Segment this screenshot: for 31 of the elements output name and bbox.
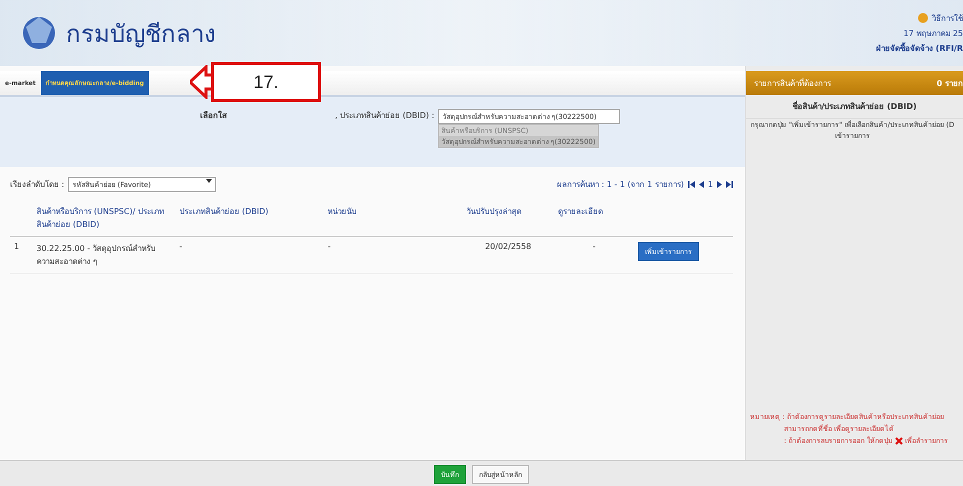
sort-label: เรียงลำดับโดย : (10, 178, 64, 191)
cart-title: รายการสินค้าที่ต้องการ (754, 77, 831, 90)
column-header: ชื่อสินค้า/ประเภทสินค้าย่อย (DBID) (792, 102, 917, 111)
help-icon (918, 13, 928, 23)
last-page-icon[interactable] (726, 181, 733, 188)
date-cell: 20/02/2558 (485, 242, 532, 251)
table-cell: - (179, 242, 182, 251)
column-header: หน่วยนับ (328, 207, 357, 216)
delete-x-icon (894, 436, 903, 444)
item-cell: 30.22.25.00 - วัสดุอุปกรณ์สำหรับความสะอาดต่าง ๆ (36, 244, 156, 266)
site-title: กรมบัญชีกลาง (66, 20, 216, 50)
current-date: 17 พฤษภาคม 25 (904, 28, 963, 40)
user-unit: ฝ่ายจัดซื้อจัดจ้าง (RFI/R (876, 42, 963, 54)
result-summary: ผลการค้นหา : 1 - 1 (จาก 1 รายการ) (557, 179, 684, 191)
column-header: วันปรับปรุงล่าสุด (466, 207, 522, 216)
column-header: สินค้าหรือบริการ (UNSPSC)/ ประเภทสินค้าย่อย (DBID) (36, 207, 164, 229)
dropdown-arrow-icon (206, 179, 212, 183)
search-label: เลือกใส (200, 110, 227, 122)
table-cell: - (328, 242, 331, 251)
page-number: 1 (708, 180, 713, 189)
search-label: , ประเภทสินค้าย่อย (DBID) : (335, 110, 434, 122)
table-cell: - (592, 242, 596, 251)
column-header: ประเภทสินค้าย่อย (DBID) (179, 207, 268, 216)
callout-box: 17. (211, 62, 321, 102)
column-header: ดูรายละเอียด (558, 207, 603, 216)
next-page-icon[interactable] (717, 181, 722, 188)
row-number: 1 (14, 242, 20, 251)
previous-page-icon[interactable] (698, 181, 704, 188)
help-link[interactable]: วิธีการใช้ (932, 12, 963, 24)
cart-count: 0 รายก (936, 78, 963, 90)
first-page-icon[interactable] (688, 181, 695, 188)
